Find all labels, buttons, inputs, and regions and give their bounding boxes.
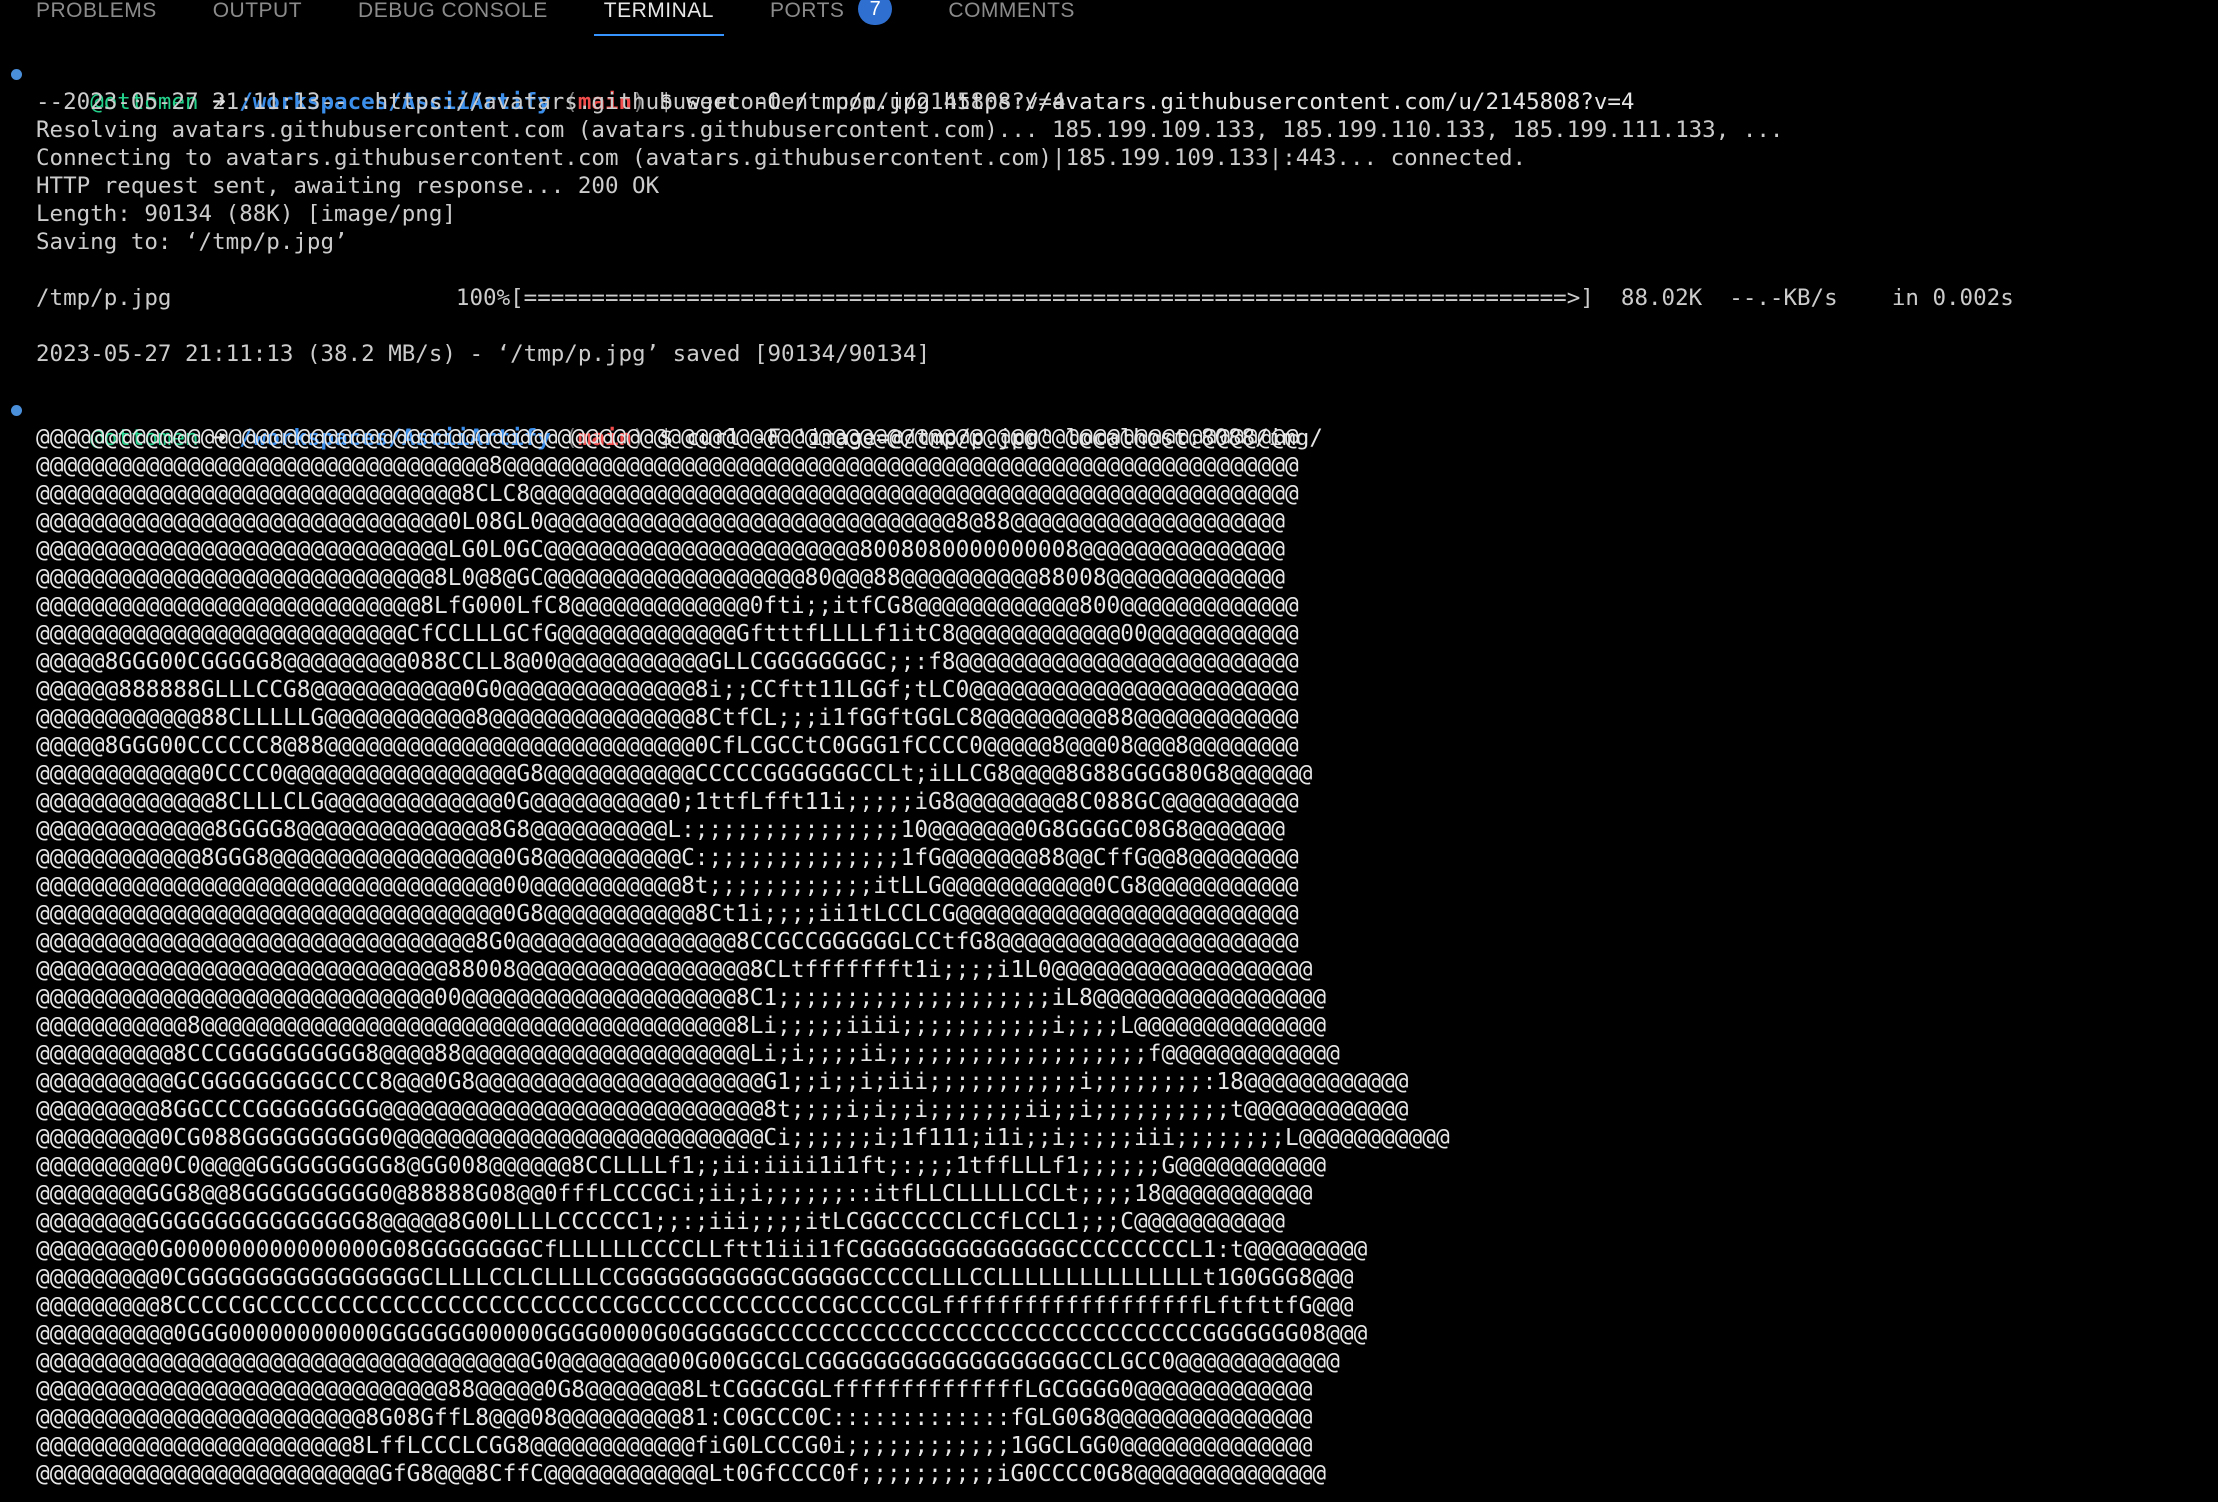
ascii-art-line: @@@@@@@@@8GGCCCCGGGGGGGGG@@@@@@@@@@@@@@@…	[36, 1097, 1409, 1123]
ascii-art-line: @@@@@@@@@@8CCCGGGGGGGGGG8@@@@88@@@@@@@@@…	[36, 1041, 1340, 1067]
ascii-art-line: @@@@@@@@@@@@@@@@@@@@@@@@@@@@@@@8CLC8@@@@…	[36, 481, 1299, 507]
command-line-wget: @ottomen ➜ /workspaces/AsciiArtify (main…	[0, 60, 2218, 115]
command-status-dot-icon[interactable]	[11, 405, 22, 416]
wget-progress-line: /tmp/p.jpg 100%[========================…	[36, 285, 2014, 311]
ascii-art-line: @@@@@@@@@0CGGGGGGGGGGGGGGGGGCLLLLCCLCLLL…	[36, 1265, 1354, 1291]
ascii-art-line: @@@@@@@@@@@@@@@@@@@@@@@@@@@@@8L0@8@GC@@@…	[36, 565, 1285, 591]
ascii-art-line: @@@@@@@@@@GCGGGGGGGGGCCCC8@@@0G8@@@@@@@@…	[36, 1069, 1409, 1095]
ascii-art-line: @@@@@@@@@@0GGG00000000000GGGGGGG00000GGG…	[36, 1321, 1368, 1347]
tab-debug-console[interactable]: DEBUG CONSOLE	[348, 0, 558, 36]
tab-terminal[interactable]: TERMINAL	[593, 0, 725, 36]
wget-output-line: --2023-05-27 21:11:13-- https://avatars.…	[36, 89, 1066, 115]
wget-output-line: HTTP request sent, awaiting response... …	[36, 173, 660, 199]
ascii-art-line: @@@@@@@@@@@@88CLLLLLG@@@@@@@@@@@8@@@@@@@…	[36, 705, 1299, 731]
ascii-art-line: @@@@@@@@@@@@@@@@@@@@@@@@@@@@@@88008@@@@@…	[36, 957, 1313, 983]
wget-output-line: Connecting to avatars.githubusercontent.…	[36, 145, 1527, 171]
ports-count-badge: 7	[858, 0, 893, 25]
ascii-art-line: @@@@@@@@@@@@@@@@@@@@@@@@@@@@@@@@@@0G8@@@…	[36, 901, 1299, 927]
ascii-art-line: @@@@@@@@@@@@@@@@@@@@@@@@@@@@@@@@@@00@@@@…	[36, 873, 1299, 899]
ascii-art-line: @@@@@@@@0G000000000000000G08GGGGGGGGCfLL…	[36, 1237, 1368, 1263]
wget-output-line: Resolving avatars.githubusercontent.com …	[36, 117, 1784, 143]
ascii-art-line: @@@@@@@@@@@@@@@@@@@@@@@8LffLCCCLCGG8@@@@…	[36, 1433, 1313, 1459]
tab-ports[interactable]: PORTS 7	[760, 0, 902, 36]
ascii-art-line: @@@@@@@@@@@@@@@@@@@@@@@@@@@@@@@@@8@@@@@@…	[36, 453, 1299, 479]
ascii-art-line: @@@@@@@@@@@@@@@@@@@@@@@@@GfG8@@@8CffC@@@…	[36, 1461, 1327, 1487]
ascii-art-line: @@@@@@@@@@@@@@@@@@@@@@@@@@@@@@0L08GL0@@@…	[36, 509, 1285, 535]
tab-problems[interactable]: PROBLEMS	[26, 0, 167, 36]
ascii-art-line: @@@@@8GGG00CCCCCC8@88@@@@@@@@@@@@@@@@@@@…	[36, 733, 1299, 759]
ascii-art-line: @@@@@@@@@@@@@@@@@@@@@@@@@@@@@@@@@@@@G0@@…	[36, 1349, 1340, 1375]
command-line-curl: @ottomen ➜ /workspaces/AsciiArtify (main…	[0, 396, 2218, 451]
ascii-art-line: @@@@@@@@@@@@@@@@@@@@@@@@@@@@@@88@@@@@0G8…	[36, 1377, 1313, 1403]
ascii-art-line: @@@@@@@@@8CCCCCGCCCCCCCCCCCCCCCCCCCCCCCC…	[36, 1293, 1354, 1319]
tab-comments[interactable]: COMMENTS	[938, 0, 1085, 36]
wget-output-line: Length: 90134 (88K) [image/png]	[36, 201, 456, 227]
ascii-art-line: @@@@@@@@@@@@@@@@@@@@@@@@@@@@@@@@@@@@@@@@…	[36, 425, 1299, 451]
terminal-output[interactable]: @ottomen ➜ /workspaces/AsciiArtify (main…	[0, 60, 2218, 1502]
ascii-art-line: @@@@@@@@@@@@@@@@@@@@@@@@@@@@@00@@@@@@@@@…	[36, 985, 1327, 1011]
ascii-art-line: @@@@@@@@@@@@0CCCC0@@@@@@@@@@@@@@@@@G8@@@…	[36, 761, 1313, 787]
ascii-art-line: @@@@@@@@GGG8@@8GGGGGGGGGG0@88888G08@@0ff…	[36, 1181, 1313, 1207]
ascii-art-line: @@@@@@@@@0CG088GGGGGGGGGG0@@@@@@@@@@@@@@…	[36, 1125, 1450, 1151]
ascii-art-line: @@@@@@@@@@@@@8GGGG8@@@@@@@@@@@@@@8G8@@@@…	[36, 817, 1285, 843]
tab-ports-label: PORTS	[769, 0, 845, 22]
wget-saved-line: 2023-05-27 21:11:13 (38.2 MB/s) - ‘/tmp/…	[36, 341, 931, 367]
command-status-dot-icon[interactable]	[11, 69, 22, 80]
ascii-art-line: @@@@@@@@@@@@@@@@@@@@@@@@8G08GffL8@@@08@@…	[36, 1405, 1313, 1431]
ascii-art-line: @@@@@@@@@0C0@@@@GGGGGGGGGG8@GG008@@@@@@8…	[36, 1153, 1327, 1179]
ascii-art-line: @@@@@8GGG00CGGGGG8@@@@@@@@@088CCLL8@00@@…	[36, 649, 1299, 675]
ascii-art-line: @@@@@@@@GGGGGGGGGGGGGGGG8@@@@@8G00LLLLCC…	[36, 1209, 1285, 1235]
tab-output[interactable]: OUTPUT	[203, 0, 312, 36]
ascii-art-line: @@@@@@@@@@@@8GGG8@@@@@@@@@@@@@@@@@0G8@@@…	[36, 845, 1299, 871]
ascii-art-line: @@@@@@888888GLLLCCG8@@@@@@@@@@@0G0@@@@@@…	[36, 677, 1299, 703]
ascii-art-line: @@@@@@@@@@@@@8CLLLCLG@@@@@@@@@@@@@0G@@@@…	[36, 789, 1299, 815]
ascii-art-line: @@@@@@@@@@@@@@@@@@@@@@@@@@@CfCCLLLGCfG@@…	[36, 621, 1299, 647]
ascii-art-line: @@@@@@@@@@@@@@@@@@@@@@@@@@@@@@LG0L0GC@@@…	[36, 537, 1285, 563]
panel-tab-bar: PROBLEMS OUTPUT DEBUG CONSOLE TERMINAL P…	[0, 0, 2218, 40]
ascii-art-line: @@@@@@@@@@@@@@@@@@@@@@@@@@@@8LfG000LfC8@…	[36, 593, 1299, 619]
wget-output-line: Saving to: ‘/tmp/p.jpg’	[36, 229, 348, 255]
ascii-art-line: @@@@@@@@@@@@@@@@@@@@@@@@@@@@@@@@8G0@@@@@…	[36, 929, 1299, 955]
ascii-art-line: @@@@@@@@@@@8@@@@@@@@@@@@@@@@@@@@@@@@@@@@…	[36, 1013, 1327, 1039]
